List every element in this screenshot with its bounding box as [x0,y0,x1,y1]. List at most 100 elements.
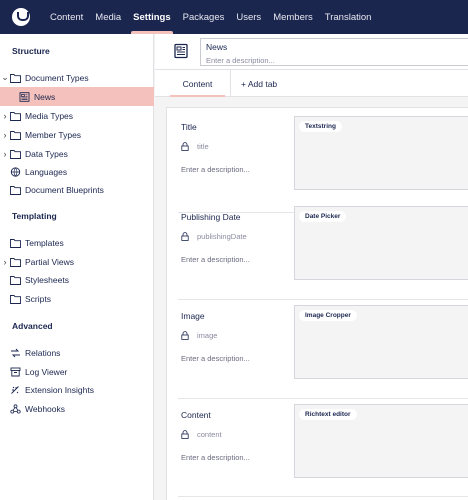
chevron-right-icon[interactable]: › [0,257,10,267]
property-row: Content content Enter a description... R… [167,396,468,494]
sidebar-item-label: Partial Views [25,256,74,267]
top-navigation-bar: Content Media Settings Packages Users Me… [0,0,468,34]
property-label[interactable]: Image [181,311,205,321]
editor-type-tag: Textstring [299,121,342,132]
folder-icon [10,73,21,83]
chevron-down-icon[interactable]: ⌄ [0,72,10,83]
newspaper-icon[interactable] [173,43,189,59]
box-icon [10,367,21,376]
lock-icon[interactable] [181,232,189,241]
lock-icon[interactable] [181,331,189,340]
nav-settings[interactable]: Settings [127,0,176,34]
property-label[interactable]: Publishing Date [181,212,241,222]
folder-icon [10,130,21,140]
property-description[interactable]: Enter a description... [181,165,250,174]
folder-icon [10,238,21,248]
section-heading-structure: Structure [12,46,50,56]
nav-translation[interactable]: Translation [319,0,378,34]
sidebar-item-label: Log Viewer [25,366,68,377]
sidebar-item-label: News [34,91,56,102]
property-label[interactable]: Content [181,410,211,420]
chevron-right-icon[interactable]: › [0,149,10,159]
sidebar-item-label: Relations [25,347,61,358]
property-editor-preview[interactable]: Image Cropper [294,305,468,379]
group-tabs: Content + Add tab [155,70,468,97]
nav-members[interactable]: Members [267,0,319,34]
tab-divider [230,70,231,97]
property-row: Image image Enter a description... Image… [167,297,468,395]
sidebar-item-label: Webhooks [25,403,66,414]
property-alias[interactable]: title [197,142,209,151]
sidebar-item-label: Member Types [25,129,82,140]
sidebar-item-webhooks[interactable]: Webhooks [0,399,154,418]
document-type-name-value[interactable]: News [206,42,227,52]
sidebar-item-member-types[interactable]: › Member Types [0,125,154,144]
nav-media[interactable]: Media [89,0,127,34]
nav-users[interactable]: Users [230,0,267,34]
document-type-name-field[interactable]: News Enter a description... [200,38,468,66]
section-heading-templating: Templating [12,211,57,221]
nav-content[interactable]: Content [44,0,89,34]
sidebar-item-label: Stylesheets [25,274,69,285]
sidebar-item-languages[interactable]: Languages [0,162,154,181]
settings-sidebar: Structure ⌄ Document Types News › Media … [0,34,154,500]
property-description[interactable]: Enter a description... [181,354,250,363]
sidebar-item-data-types[interactable]: › Data Types [0,144,154,163]
alias-row: image [181,331,217,340]
add-tab-button[interactable]: + Add tab [241,70,277,97]
alias-row: publishingDate [181,232,247,241]
property-row: Publishing Date publishingDate Enter a d… [167,198,468,296]
alias-row: content [181,430,222,439]
sidebar-item-label: Templates [25,237,64,248]
sidebar-item-label: Document Types [25,72,89,83]
property-editor-preview[interactable]: Textstring [294,116,468,190]
sidebar-item-label: Data Types [25,148,68,159]
newspaper-icon [19,91,30,102]
sidebar-item-relations[interactable]: Relations [0,343,154,362]
sidebar-item-media-types[interactable]: › Media Types [0,106,154,125]
sidebar-item-label: Scripts [25,293,51,304]
editor-type-tag: Image Cropper [299,310,357,321]
sidebar-item-document-types[interactable]: ⌄ Document Types [0,68,154,87]
chevron-right-icon[interactable]: › [0,130,10,140]
nav-packages[interactable]: Packages [177,0,231,34]
property-editor-preview[interactable]: Richtext editor [294,404,468,478]
folder-icon [10,294,21,304]
section-nav: Content Media Settings Packages Users Me… [44,0,377,34]
property-alias[interactable]: content [197,430,222,439]
umbraco-logo-icon[interactable] [12,8,30,26]
properties-card: Title title Enter a description... Texts… [166,107,468,500]
folder-icon [10,257,21,267]
folder-icon [10,149,21,159]
lock-icon[interactable] [181,430,189,439]
sidebar-item-scripts[interactable]: Scripts [0,289,154,308]
document-type-description-field[interactable]: Enter a description... [206,56,275,65]
lock-icon[interactable] [181,142,189,151]
sidebar-item-partial-views[interactable]: › Partial Views [0,252,154,271]
editor-type-tag: Date Picker [299,211,347,222]
sidebar-item-label: Media Types [25,110,74,121]
sidebar-item-label: Document Blueprints [25,184,104,195]
chevron-right-icon[interactable]: › [0,111,10,121]
sidebar-item-log-viewer[interactable]: Log Viewer [0,362,154,381]
folder-icon [10,111,21,121]
sidebar-item-templates[interactable]: Templates [0,233,154,252]
alias-row: title [181,142,209,151]
property-label[interactable]: Title [181,122,197,132]
property-alias[interactable]: publishingDate [197,232,247,241]
folder-icon [10,185,21,195]
sidebar-item-label: Extension Insights [25,384,94,395]
property-editor-preview[interactable]: Date Picker [294,206,468,280]
sidebar-item-extension-insights[interactable]: Extension Insights [0,380,154,399]
document-type-header: News Enter a description... [155,34,468,70]
sidebar-item-news[interactable]: News [0,87,154,106]
sidebar-item-stylesheets[interactable]: Stylesheets [0,270,154,289]
tab-content[interactable]: Content [170,70,225,97]
sidebar-item-document-blueprints[interactable]: Document Blueprints [0,180,154,199]
editor-type-tag: Richtext editor [299,409,357,420]
property-alias[interactable]: image [197,331,217,340]
property-description[interactable]: Enter a description... [181,255,250,264]
property-description[interactable]: Enter a description... [181,453,250,462]
folder-icon [10,275,21,285]
property-divider [178,496,468,497]
